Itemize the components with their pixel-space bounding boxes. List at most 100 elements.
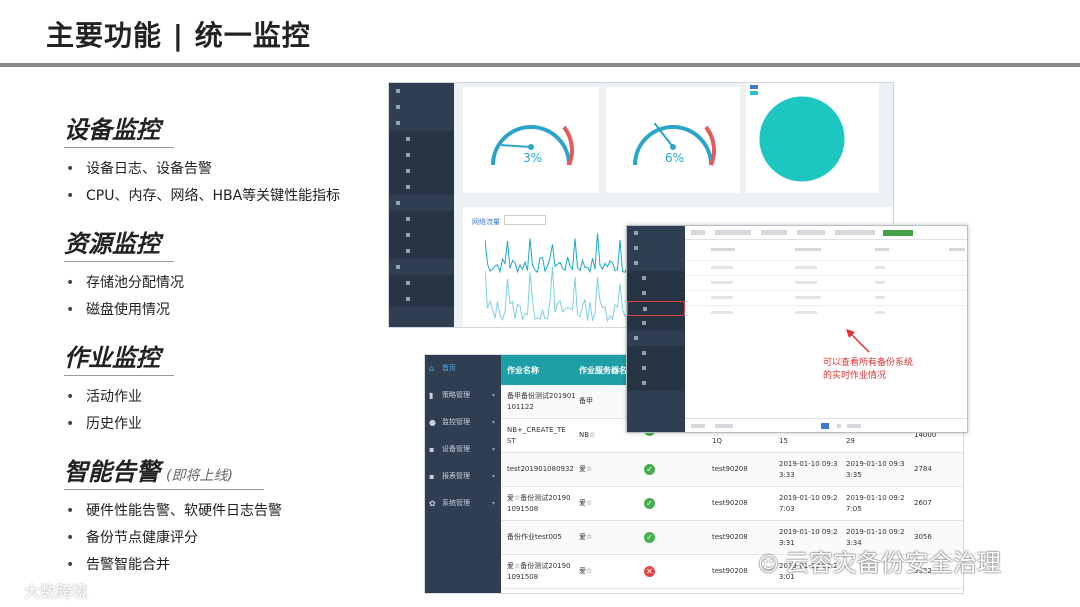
sidebar-item-active-jobs[interactable]: [627, 301, 685, 316]
bullet-item: 设备日志、设备告警: [64, 156, 364, 183]
section-title: 智能告警: [64, 458, 160, 486]
table-row[interactable]: [685, 275, 967, 290]
traffic-series-line: [485, 233, 635, 274]
title-divider: [0, 63, 1080, 67]
sidebar-item[interactable]: [627, 346, 685, 361]
disk-usage-pie: [758, 95, 846, 183]
section-smart-alerts: 智能告警 (即将上线) 硬件性能告警、软硬件日志告警 备份节点健康评分 告警智能…: [64, 452, 364, 579]
column-header-job-name[interactable]: 作业名称: [507, 365, 539, 376]
page-next[interactable]: [837, 424, 841, 428]
sidebar-item[interactable]: [389, 147, 454, 163]
sidebar-item-device[interactable]: ▪ 设备管理 ▾: [425, 436, 501, 463]
sidebar-item[interactable]: [627, 316, 685, 331]
section-title: 作业监控: [64, 344, 160, 372]
sidebar-item[interactable]: [627, 241, 685, 256]
sidebar-item[interactable]: [389, 131, 454, 147]
sidebar-item-monitor[interactable]: ● 监控管理 ▾: [425, 409, 501, 436]
table-row[interactable]: [685, 305, 967, 320]
cpu-gauge-panel: 3%: [463, 87, 599, 193]
sidebar-item[interactable]: [627, 271, 685, 286]
sidebar-item-system[interactable]: ✿ 系统管理 ▾: [425, 490, 501, 517]
sidebar-item[interactable]: [389, 179, 454, 195]
section-resource-monitoring: 资源监控 存储池分配情况 磁盘使用情况: [64, 224, 364, 324]
sidebar-item[interactable]: [627, 286, 685, 301]
sidebar-item-home[interactable]: ⌂ 首页: [425, 355, 501, 382]
sidebar-item[interactable]: [389, 195, 454, 211]
sidebar-item[interactable]: [627, 331, 685, 346]
sidebar-item[interactable]: [389, 227, 454, 243]
network-filter-select[interactable]: [504, 215, 546, 225]
callout-text: 可以查看所有备份系统 的实时作业情况: [823, 358, 914, 381]
chevron-down-icon: ▾: [491, 500, 495, 507]
tab[interactable]: [691, 230, 705, 235]
wechat-icon: ☺: [758, 552, 779, 576]
user-icon: ●: [429, 418, 436, 427]
bullet-list: 设备日志、设备告警 CPU、内存、网络、HBA等关键性能指标: [64, 156, 364, 210]
bullet-item: 备份节点健康评分: [64, 525, 364, 552]
sidebar-item-policy[interactable]: ▮ 策略管理 ▾: [425, 382, 501, 409]
home-icon: ⌂: [429, 364, 435, 373]
chevron-down-icon: ▾: [491, 419, 495, 426]
sidebar-item[interactable]: [389, 259, 454, 275]
realtime-jobs-screenshot: 可以查看所有备份系统 的实时作业情况: [626, 225, 968, 433]
tab[interactable]: [761, 230, 787, 235]
sidebar-item[interactable]: [389, 275, 454, 291]
sidebar-item[interactable]: [389, 243, 454, 259]
sidebar-item[interactable]: [627, 376, 685, 391]
chevron-down-icon: ▾: [491, 473, 495, 480]
success-icon: ✓: [644, 464, 655, 475]
policy-icon: ▮: [429, 391, 434, 400]
tab[interactable]: [715, 230, 751, 235]
sidebar-item-report[interactable]: ▪ 报表管理 ▾: [425, 463, 501, 490]
watermark-right: ☺ 云容灾备份安全治理: [758, 543, 1001, 578]
sidebar-item[interactable]: [389, 291, 454, 307]
network-title: 网络流量: [472, 218, 500, 226]
tab-active-jobs[interactable]: [883, 230, 913, 236]
bullet-list: 硬件性能告警、软硬件日志告警 备份节点健康评分 告警智能合并: [64, 498, 364, 579]
table-row[interactable]: 爱☆备份测试201901091508 爱☆ ✓ test90208 2019-0…: [501, 487, 963, 521]
section-underline: [64, 147, 174, 148]
table-row[interactable]: [685, 260, 967, 275]
sidebar-item[interactable]: [389, 83, 454, 99]
sidebar-item[interactable]: [389, 115, 454, 131]
sidebar-item[interactable]: [627, 226, 685, 241]
pagination: [685, 418, 967, 432]
pie-slice: [758, 95, 846, 183]
bullet-item: 告警智能合并: [64, 552, 364, 579]
page-title: 主要功能 | 统一监控: [46, 19, 311, 52]
watermark-text: 云容灾备份安全治理: [784, 549, 1001, 577]
overlay-tabs: [685, 226, 967, 240]
sidebar-item[interactable]: [627, 256, 685, 271]
network-traffic-chart: [485, 233, 635, 323]
traffic-series-line: [485, 266, 635, 323]
table-row[interactable]: [685, 290, 967, 305]
legend-swatch: [750, 85, 758, 89]
section-device-monitoring: 设备监控 设备日志、设备告警 CPU、内存、网络、HBA等关键性能指标: [64, 110, 364, 210]
bullet-item: CPU、内存、网络、HBA等关键性能指标: [64, 183, 364, 210]
table-row[interactable]: test201901080932 爱☆ ✓ test90208 2019-01-…: [501, 453, 963, 487]
tab[interactable]: [835, 230, 875, 235]
section-job-monitoring: 作业监控 活动作业 历史作业: [64, 338, 364, 438]
gauge-needle: [501, 144, 532, 148]
success-icon: ✓: [644, 498, 655, 509]
sidebar-item[interactable]: [627, 361, 685, 376]
bullet-list: 存储池分配情况 磁盘使用情况: [64, 270, 364, 324]
cpu-gauge: [491, 125, 574, 166]
gauge-hub: [528, 144, 534, 150]
cart-icon: ▪: [429, 472, 435, 481]
sidebar-item[interactable]: [389, 163, 454, 179]
gear-icon: ✿: [429, 499, 436, 508]
success-icon: ✓: [644, 532, 655, 543]
error-icon: ✕: [644, 566, 655, 577]
page-current[interactable]: [821, 423, 829, 429]
section-title: 资源监控: [64, 230, 160, 258]
overlay-table-header: [685, 243, 967, 255]
bullet-item: 历史作业: [64, 411, 364, 438]
bullet-item: 活动作业: [64, 384, 364, 411]
sidebar-item[interactable]: [389, 211, 454, 227]
sidebar-item[interactable]: [389, 99, 454, 115]
bullet-list: 活动作业 历史作业: [64, 384, 364, 438]
chevron-down-icon: ▾: [491, 446, 495, 453]
tab[interactable]: [797, 230, 825, 235]
bullet-item: 存储池分配情况: [64, 270, 364, 297]
